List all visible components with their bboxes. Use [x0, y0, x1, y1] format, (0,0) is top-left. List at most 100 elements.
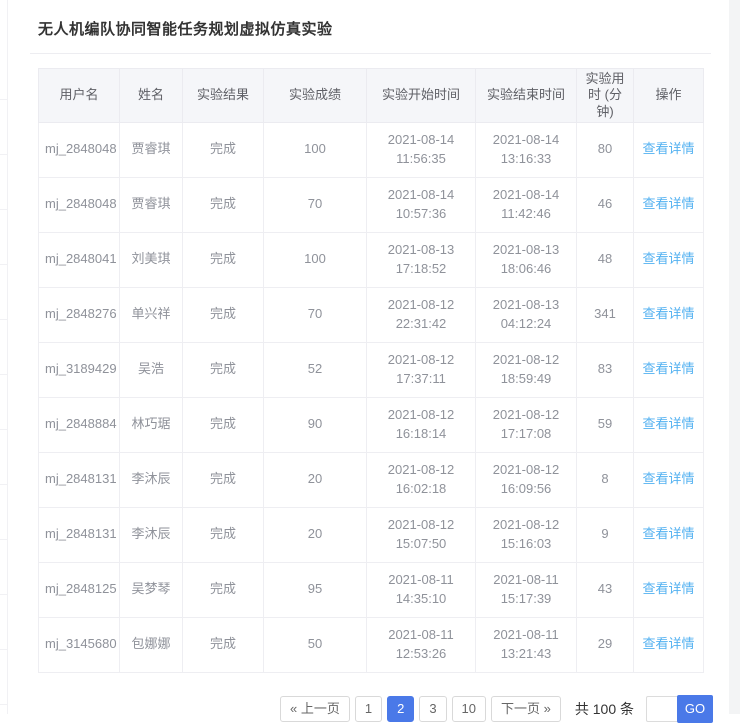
table-row: mj_2848048 贾睿琪 完成 70 2021-08-14 10:57:36… [39, 177, 704, 232]
col-header-result: 实验结果 [183, 69, 264, 123]
view-details-link[interactable]: 查看详情 [642, 361, 694, 376]
table-row: mj_2848131 李沐辰 完成 20 2021-08-12 15:07:50… [39, 507, 704, 562]
cell-username: mj_2848131 [39, 507, 120, 562]
cell-username: mj_2848041 [39, 232, 120, 287]
cell-username: mj_2848048 [39, 122, 120, 177]
cell-action: 查看详情 [634, 617, 704, 672]
cell-end-time: 2021-08-12 16:09:56 [476, 452, 577, 507]
table-row: mj_2848884 林巧琚 完成 90 2021-08-12 16:18:14… [39, 397, 704, 452]
view-details-link[interactable]: 查看详情 [642, 581, 694, 596]
cell-result: 完成 [183, 562, 264, 617]
cell-end-time: 2021-08-13 04:12:24 [476, 287, 577, 342]
cell-duration: 48 [577, 232, 634, 287]
col-header-username: 用户名 [39, 69, 120, 123]
page-jump-group: GO [646, 695, 713, 723]
cell-score: 95 [264, 562, 367, 617]
page-title: 无人机编队协同智能任务规划虚拟仿真实验 [38, 0, 703, 39]
table-row: mj_3145680 包娜娜 完成 50 2021-08-11 12:53:26… [39, 617, 704, 672]
cell-score: 70 [264, 287, 367, 342]
cell-result: 完成 [183, 617, 264, 672]
table-row: mj_2848125 吴梦琴 完成 95 2021-08-11 14:35:10… [39, 562, 704, 617]
cell-duration: 80 [577, 122, 634, 177]
col-header-name: 姓名 [120, 69, 183, 123]
cell-result: 完成 [183, 507, 264, 562]
cell-score: 100 [264, 232, 367, 287]
page-button-3[interactable]: 3 [419, 696, 446, 722]
cell-start-time: 2021-08-12 17:37:11 [367, 342, 476, 397]
cell-name: 包娜娜 [120, 617, 183, 672]
cell-name: 贾睿琪 [120, 122, 183, 177]
table-row: mj_2848048 贾睿琪 完成 100 2021-08-14 11:56:3… [39, 122, 704, 177]
cell-action: 查看详情 [634, 452, 704, 507]
cell-result: 完成 [183, 452, 264, 507]
view-details-link[interactable]: 查看详情 [642, 471, 694, 486]
cell-action: 查看详情 [634, 232, 704, 287]
page-button-2[interactable]: 2 [387, 696, 414, 722]
cell-action: 查看详情 [634, 177, 704, 232]
main-content: 无人机编队协同智能任务规划虚拟仿真实验 用户名 姓名 实验结果 实验成绩 实验开… [38, 0, 703, 723]
cell-name: 林巧琚 [120, 397, 183, 452]
cell-end-time: 2021-08-12 15:16:03 [476, 507, 577, 562]
cell-username: mj_2848884 [39, 397, 120, 452]
view-details-link[interactable]: 查看详情 [642, 306, 694, 321]
cell-start-time: 2021-08-12 16:02:18 [367, 452, 476, 507]
cell-duration: 83 [577, 342, 634, 397]
view-details-link[interactable]: 查看详情 [642, 416, 694, 431]
view-details-link[interactable]: 查看详情 [642, 196, 694, 211]
prev-page-button[interactable]: « 上一页 [280, 696, 350, 722]
cell-name: 李沐辰 [120, 452, 183, 507]
cell-username: mj_2848048 [39, 177, 120, 232]
page-button-1[interactable]: 1 [355, 696, 382, 722]
table-row: mj_2848131 李沐辰 完成 20 2021-08-12 16:02:18… [39, 452, 704, 507]
view-details-link[interactable]: 查看详情 [642, 141, 694, 156]
cell-name: 吴梦琴 [120, 562, 183, 617]
left-panel-edge [0, 0, 8, 714]
cell-name: 单兴祥 [120, 287, 183, 342]
cell-duration: 43 [577, 562, 634, 617]
cell-start-time: 2021-08-11 14:35:10 [367, 562, 476, 617]
cell-result: 完成 [183, 177, 264, 232]
view-details-link[interactable]: 查看详情 [642, 251, 694, 266]
cell-result: 完成 [183, 287, 264, 342]
cell-username: mj_2848131 [39, 452, 120, 507]
cell-name: 刘美琪 [120, 232, 183, 287]
table-header: 用户名 姓名 实验结果 实验成绩 实验开始时间 实验结束时间 实验用时 (分钟)… [39, 69, 704, 123]
cell-end-time: 2021-08-12 18:59:49 [476, 342, 577, 397]
cell-start-time: 2021-08-12 15:07:50 [367, 507, 476, 562]
table-row: mj_3189429 吴浩 完成 52 2021-08-12 17:37:11 … [39, 342, 704, 397]
cell-name: 贾睿琪 [120, 177, 183, 232]
cell-duration: 9 [577, 507, 634, 562]
cell-score: 70 [264, 177, 367, 232]
cell-start-time: 2021-08-11 12:53:26 [367, 617, 476, 672]
total-count-label: 共 100 条 [575, 699, 634, 719]
cell-score: 90 [264, 397, 367, 452]
table-body: mj_2848048 贾睿琪 完成 100 2021-08-14 11:56:3… [39, 122, 704, 672]
cell-score: 50 [264, 617, 367, 672]
col-header-end-time: 实验结束时间 [476, 69, 577, 123]
page-button-10[interactable]: 10 [452, 696, 486, 722]
cell-result: 完成 [183, 122, 264, 177]
cell-action: 查看详情 [634, 507, 704, 562]
col-header-duration: 实验用时 (分钟) [577, 69, 634, 123]
go-button[interactable]: GO [677, 695, 713, 723]
cell-start-time: 2021-08-13 17:18:52 [367, 232, 476, 287]
cell-result: 完成 [183, 397, 264, 452]
cell-end-time: 2021-08-11 13:21:43 [476, 617, 577, 672]
pagination-bar: « 上一页 1 2 3 10 下一页 » 共 100 条 GO [38, 695, 713, 723]
cell-name: 吴浩 [120, 342, 183, 397]
cell-end-time: 2021-08-11 15:17:39 [476, 562, 577, 617]
next-page-button[interactable]: 下一页 » [491, 696, 561, 722]
view-details-link[interactable]: 查看详情 [642, 636, 694, 651]
cell-action: 查看详情 [634, 397, 704, 452]
cell-action: 查看详情 [634, 287, 704, 342]
cell-username: mj_2848276 [39, 287, 120, 342]
page-jump-input[interactable] [646, 696, 678, 722]
cell-duration: 8 [577, 452, 634, 507]
view-details-link[interactable]: 查看详情 [642, 526, 694, 541]
table-row: mj_2848276 单兴祥 完成 70 2021-08-12 22:31:42… [39, 287, 704, 342]
header-row: 用户名 姓名 实验结果 实验成绩 实验开始时间 实验结束时间 实验用时 (分钟)… [39, 69, 704, 123]
cell-username: mj_3189429 [39, 342, 120, 397]
cell-username: mj_3145680 [39, 617, 120, 672]
cell-name: 李沐辰 [120, 507, 183, 562]
cell-duration: 59 [577, 397, 634, 452]
